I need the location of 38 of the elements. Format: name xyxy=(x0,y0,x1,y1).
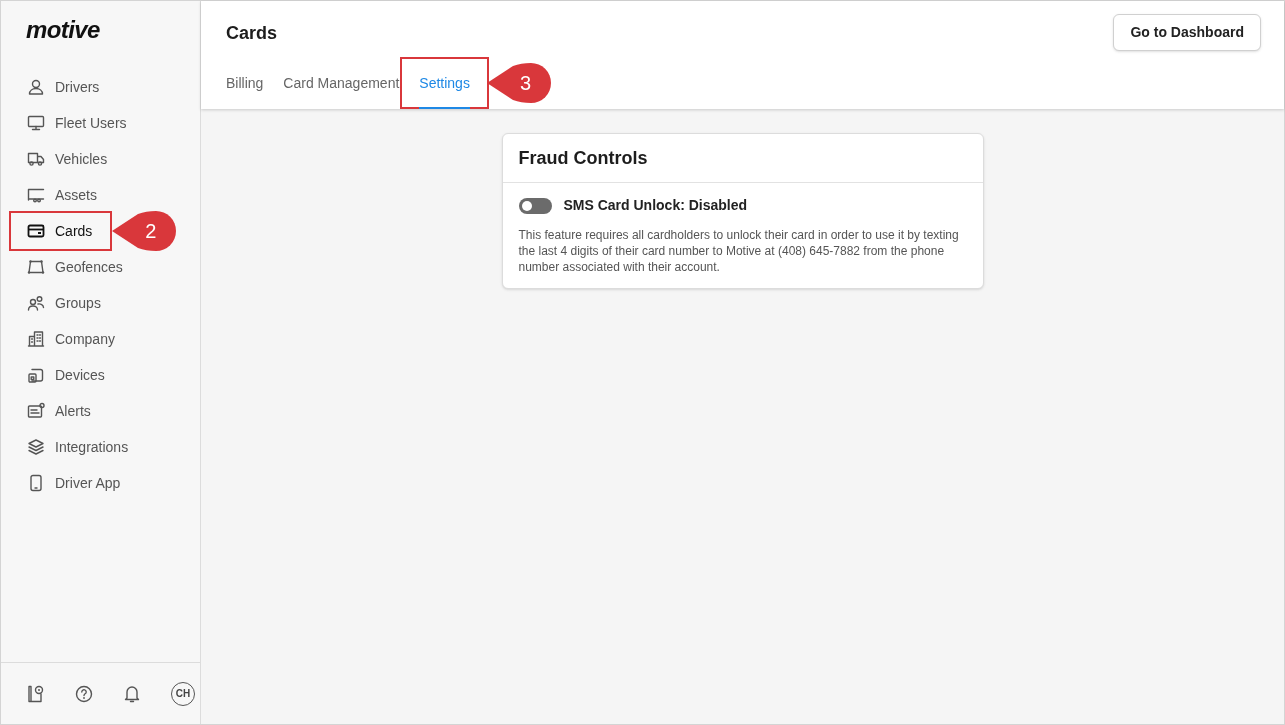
toggle-label: SMS Card Unlock: Disabled xyxy=(563,196,748,215)
sidebar-item[interactable]: Drivers xyxy=(9,69,100,105)
person-icon xyxy=(27,78,45,96)
trailer-icon xyxy=(27,186,45,204)
sidebar-item[interactable]: Assets xyxy=(9,177,97,213)
sidebar-item[interactable]: Fleet Users xyxy=(9,105,127,141)
device-icon xyxy=(27,366,45,384)
polygon-icon xyxy=(27,258,45,276)
phone-icon xyxy=(27,474,45,492)
sidebar-item[interactable]: Integrations xyxy=(9,429,129,465)
sidebar-item[interactable]: Alerts xyxy=(9,393,91,429)
card-title: Fraud Controls xyxy=(502,134,983,183)
sidebar-item[interactable]: Company xyxy=(9,321,115,357)
card-icon xyxy=(27,222,45,240)
sidebar-item[interactable]: Devices xyxy=(9,357,105,393)
sidebar-item[interactable]: Cards xyxy=(9,211,113,251)
dashboard-button[interactable]: Go to Dashboard xyxy=(1113,14,1261,51)
tab[interactable]: Card Management xyxy=(283,73,400,109)
sidebar-item[interactable]: Geofences xyxy=(9,249,123,285)
sidebar-item[interactable]: Groups xyxy=(9,285,101,321)
toggle-switch[interactable] xyxy=(518,197,552,214)
truck-icon xyxy=(27,150,45,168)
bell-icon[interactable] xyxy=(123,683,141,704)
help-icon[interactable] xyxy=(75,684,93,703)
page-title: Cards xyxy=(226,22,278,44)
callout-marker: 3 xyxy=(486,63,551,103)
sidebar-item[interactable]: Driver App xyxy=(9,465,121,501)
building-icon xyxy=(27,330,45,348)
callout-marker: 2 xyxy=(112,211,177,251)
people-icon xyxy=(27,294,45,312)
layers-icon xyxy=(27,438,45,456)
map-pin-book-icon[interactable] xyxy=(27,683,45,704)
sidebar-item[interactable]: Vehicles xyxy=(9,141,108,177)
monitor-icon xyxy=(27,114,45,132)
logo: motive xyxy=(26,15,100,45)
description-text: This feature requires all cardholders to unlock their card in order to use it by texting the last 4 digits of their card number to Motive at (408) 645-7882 from the phone number associated with their account. xyxy=(518,227,960,275)
tab[interactable]: Billing xyxy=(226,73,264,109)
alert-icon xyxy=(27,402,45,420)
